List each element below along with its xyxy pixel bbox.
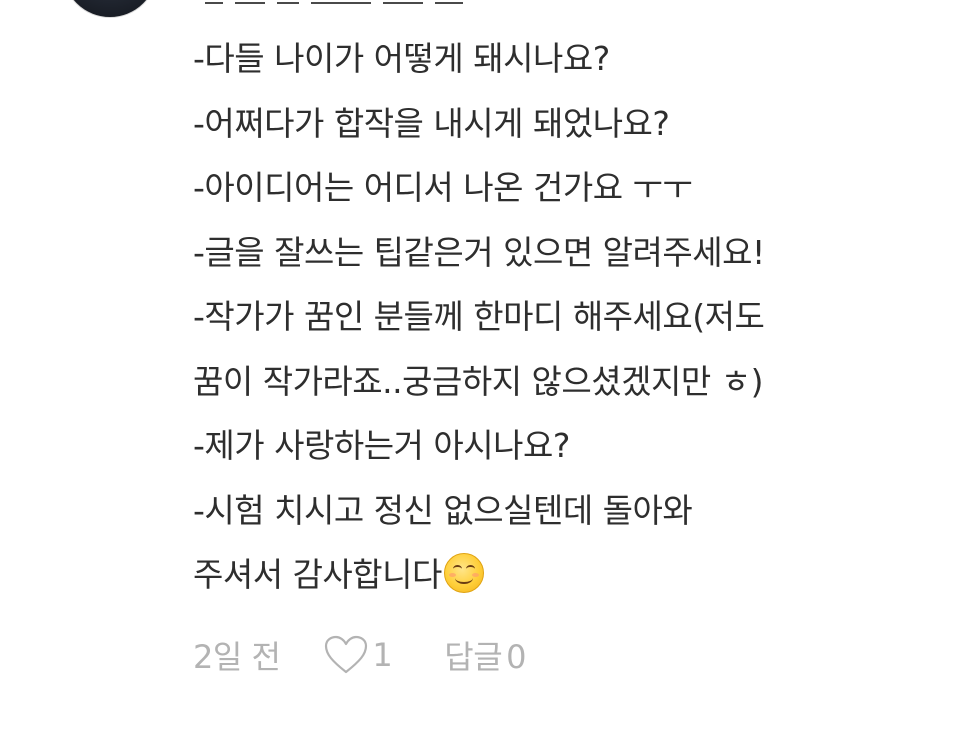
reply-label: 답글 (444, 638, 503, 676)
username-cut-off (205, 0, 535, 4)
like-button[interactable]: 1 (324, 635, 393, 675)
comment-line: -시험 치시고 정신 없으실텐데 돌아와 (193, 490, 693, 530)
comment-time: 2일 전 (193, 638, 281, 676)
reply-count: 0 (506, 638, 527, 676)
heart-icon (325, 635, 368, 674)
comment-line: -작가가 꿈인 분들께 한마디 해주세요(저도 (193, 297, 765, 336)
reply-button[interactable]: 답글 0 (444, 632, 526, 678)
avatar[interactable] (62, 0, 158, 18)
like-count: 1 (372, 636, 393, 674)
comment-line: -아이디어는 어디서 나온 건가요 ㅜㅜ (193, 168, 693, 207)
comment-line: -제가 사랑하는거 아시나요? (193, 426, 570, 465)
comment-line: -다들 나이가 어떻게 돼시나요? (193, 39, 610, 78)
comment-body: -다들 나이가 어떻게 돼시나요? -어쩌다가 합작을 내시게 돼었나요? -아… (193, 27, 883, 608)
comment-line: -어쩌다가 합작을 내시게 돼었나요? (193, 103, 670, 143)
smiling-face-icon (443, 553, 484, 593)
comment-meta: 2일 전 1 답글 0 (193, 632, 527, 678)
comment-line: 꿈이 작가라죠..궁금하지 않으셨겠지만 ㅎ) (193, 361, 763, 401)
comment-line-text: 주셔서 감사합니다 (193, 555, 442, 594)
comment-line: -글을 잘쓰는 팁같은거 있으면 알려주세요! (193, 232, 765, 272)
comment-line-last: 주셔서 감사합니다 (193, 543, 883, 608)
